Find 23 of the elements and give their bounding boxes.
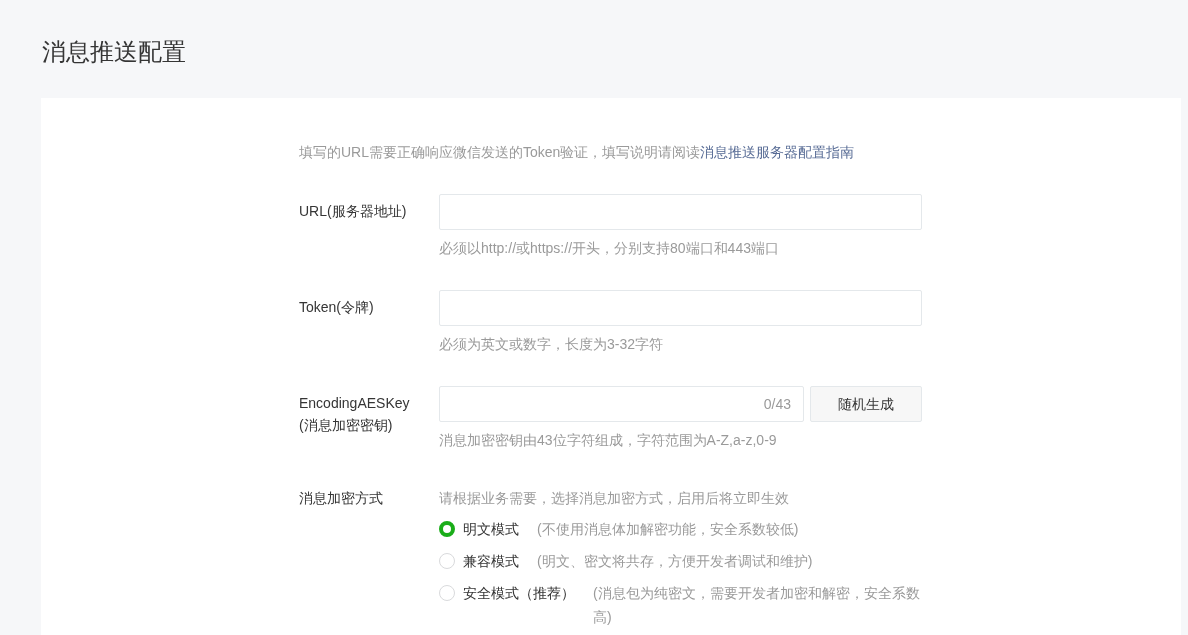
- field-label: EncodingAESKey: [299, 394, 410, 413]
- field-hint: 必须以http://或https://开头，分别支持80端口和443端口: [439, 239, 779, 258]
- field-label: 消息加密方式: [299, 489, 383, 508]
- radio-label[interactable]: 明文模式: [463, 517, 519, 541]
- radio-label[interactable]: 安全模式（推荐）: [463, 581, 575, 605]
- field-label: URL(服务器地址): [299, 202, 407, 221]
- radio-button[interactable]: [439, 521, 455, 537]
- intro-text: 填写的URL需要正确响应微信发送的Token验证，填写说明请阅读消息推送服务器配置指南: [299, 143, 856, 162]
- char-counter: 0/43: [763, 394, 791, 414]
- page-title: 消息推送配置: [41, 37, 187, 67]
- field-hint: 必须为英文或数字，长度为3-32字符: [439, 335, 664, 354]
- generate-button[interactable]: 随机生成: [810, 386, 922, 422]
- option-description: (明文、密文将共存，方便开发者调试和维护): [537, 552, 814, 571]
- option-description: (不使用消息体加解密功能，安全系数较低): [537, 520, 800, 539]
- field-hint: 请根据业务需要，选择消息加密方式，启用后将立即生效: [439, 489, 789, 508]
- text-input[interactable]: [439, 290, 922, 326]
- field-label: (消息加密密钥): [299, 416, 393, 435]
- field-label: Token(令牌): [299, 298, 374, 317]
- option-description: (消息包为纯密文，需要开发者加密和解密，安全系数高): [593, 584, 921, 627]
- radio-label[interactable]: 兼容模式: [463, 549, 519, 573]
- field-hint: 消息加密密钥由43位字符组成，字符范围为A-Z,a-z,0-9: [439, 431, 777, 450]
- text-input[interactable]: [439, 194, 922, 230]
- guide-link[interactable]: 消息推送服务器配置指南: [700, 144, 855, 160]
